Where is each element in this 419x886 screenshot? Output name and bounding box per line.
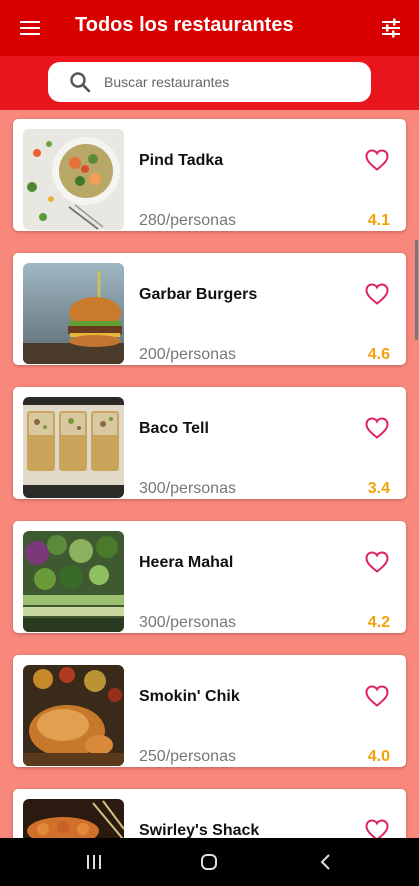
search-input[interactable] bbox=[104, 62, 354, 102]
restaurant-price: 250/personas bbox=[139, 748, 236, 765]
restaurant-image bbox=[23, 397, 124, 498]
restaurant-image bbox=[23, 799, 124, 838]
menu-icon bbox=[20, 21, 40, 35]
salad-bowl-image bbox=[23, 129, 124, 230]
menu-button[interactable] bbox=[16, 14, 44, 42]
page-title: Todos los restaurantes bbox=[75, 14, 294, 36]
restaurant-price: 300/personas bbox=[139, 614, 236, 631]
filter-button[interactable] bbox=[377, 14, 405, 42]
tune-filter-icon bbox=[382, 18, 400, 38]
restaurant-card[interactable]: Heera Mahal 300/personas 4.2 bbox=[13, 521, 406, 633]
restaurant-name: Heera Mahal bbox=[139, 554, 234, 571]
restaurant-image bbox=[23, 531, 124, 632]
restaurant-name: Pind Tadka bbox=[139, 152, 224, 169]
restaurant-card[interactable]: Pind Tadka 280/personas 4.1 bbox=[13, 119, 406, 231]
restaurant-name: Smokin' Chik bbox=[139, 688, 240, 705]
restaurant-price: 280/personas bbox=[139, 212, 236, 229]
restaurant-list[interactable]: Pind Tadka 280/personas 4.1 Garbar Burge… bbox=[0, 110, 419, 838]
heart-outline-icon[interactable] bbox=[365, 417, 389, 439]
restaurant-image bbox=[23, 665, 124, 766]
recents-button[interactable] bbox=[82, 850, 106, 874]
restaurant-rating: 4.2 bbox=[367, 614, 390, 631]
heart-outline-icon[interactable] bbox=[365, 283, 389, 305]
heart-outline-icon[interactable] bbox=[365, 551, 389, 573]
list-scrollbar[interactable] bbox=[415, 240, 418, 340]
restaurant-name: Swirley's Shack bbox=[139, 822, 260, 838]
burger-image bbox=[23, 263, 124, 364]
home-button[interactable] bbox=[197, 850, 221, 874]
search-box[interactable] bbox=[48, 62, 371, 102]
tacos-image bbox=[23, 397, 124, 498]
vegetables-image bbox=[23, 531, 124, 632]
back-button[interactable] bbox=[314, 850, 338, 874]
restaurant-card[interactable]: Garbar Burgers 200/personas 4.6 bbox=[13, 253, 406, 365]
restaurant-price: 200/personas bbox=[139, 346, 236, 363]
restaurant-card[interactable]: Smokin' Chik 250/personas 4.0 bbox=[13, 655, 406, 767]
restaurant-image bbox=[23, 263, 124, 364]
skewers-image bbox=[23, 799, 124, 838]
restaurant-rating: 4.6 bbox=[367, 346, 390, 363]
search-icon bbox=[70, 72, 91, 93]
heart-outline-icon[interactable] bbox=[365, 685, 389, 707]
roast-chicken-image bbox=[23, 665, 124, 766]
restaurant-rating: 4.0 bbox=[367, 748, 390, 765]
recents-icon bbox=[87, 855, 101, 869]
restaurant-card[interactable]: Baco Tell 300/personas 3.4 bbox=[13, 387, 406, 499]
heart-outline-icon[interactable] bbox=[365, 149, 389, 171]
restaurant-name: Garbar Burgers bbox=[139, 286, 258, 303]
restaurant-rating: 3.4 bbox=[367, 480, 390, 497]
system-navigation-bar bbox=[0, 838, 419, 886]
search-bar bbox=[0, 56, 419, 110]
restaurant-card[interactable]: Swirley's Shack bbox=[13, 789, 406, 838]
restaurant-rating: 4.1 bbox=[367, 212, 390, 229]
restaurant-image bbox=[23, 129, 124, 230]
back-icon bbox=[320, 854, 330, 870]
app-bar: Todos los restaurantes bbox=[0, 0, 419, 56]
heart-outline-icon[interactable] bbox=[365, 819, 389, 838]
restaurant-name: Baco Tell bbox=[139, 420, 209, 437]
restaurant-price: 300/personas bbox=[139, 480, 236, 497]
restaurant-app: Todos los restaurantes Buscar restaurant… bbox=[0, 0, 419, 886]
home-icon bbox=[201, 854, 217, 870]
